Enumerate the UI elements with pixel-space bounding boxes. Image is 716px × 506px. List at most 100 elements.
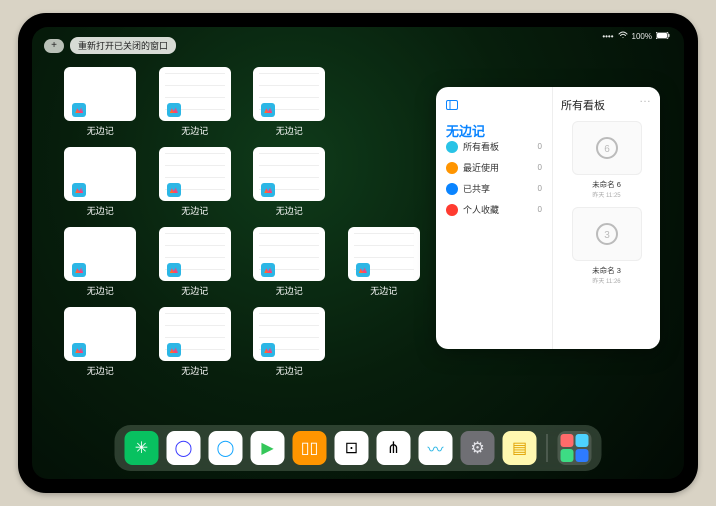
dice-icon[interactable]: ⊡ (335, 431, 369, 465)
sidebar-item-label: 最近使用 (463, 161, 499, 174)
app-thumb-label: 无边记 (276, 284, 303, 297)
settings-icon[interactable]: ⚙ (461, 431, 495, 465)
freeform-icon[interactable]: 〰 (419, 431, 453, 465)
app-thumb-label: 无边记 (87, 124, 114, 137)
sidebar-item-icon (446, 162, 458, 174)
freeform-app-icon (261, 183, 275, 197)
freeform-app-icon (167, 103, 181, 117)
sidebar-item-count: 0 (538, 205, 542, 214)
app-thumb-label: 无边记 (181, 124, 208, 137)
app-thumb-preview (64, 67, 136, 121)
app-thumb-label: 无边记 (181, 204, 208, 217)
wechat-icon[interactable]: ✳ (125, 431, 159, 465)
freeform-title: 无边记 (446, 121, 542, 140)
freeform-app-icon (167, 183, 181, 197)
app-thumb[interactable]: 无边记 (251, 67, 328, 137)
add-button[interactable]: + (44, 39, 64, 53)
sidebar-item-label: 已共享 (463, 182, 490, 195)
notes-icon[interactable]: ▤ (503, 431, 537, 465)
app-thumb-preview (159, 67, 231, 121)
app-thumb[interactable]: 无边记 (157, 227, 234, 297)
topbar: + 重新打开已关闭的窗口 (44, 37, 176, 54)
battery-icon (656, 32, 670, 41)
signal-icon: •••• (602, 32, 613, 41)
app-thumb[interactable]: 无边记 (251, 307, 328, 377)
app-thumb-label: 无边记 (370, 284, 397, 297)
status-bar: •••• 100% (602, 31, 670, 41)
play-icon[interactable]: ▶ (251, 431, 285, 465)
wifi-icon (618, 31, 628, 41)
app-thumb-label: 无边记 (276, 204, 303, 217)
sidebar-toggle-icon[interactable] (446, 97, 458, 115)
app-thumb[interactable]: 无边记 (251, 227, 328, 297)
app-thumb-preview (253, 67, 325, 121)
app-thumb-label: 无边记 (87, 204, 114, 217)
dock: ✳◯◯▶▯▯⊡⋔〰⚙▤ (115, 425, 602, 471)
sidebar-item-label: 个人收藏 (463, 203, 499, 216)
dock-separator (547, 434, 548, 462)
books-icon[interactable]: ▯▯ (293, 431, 327, 465)
app-thumb[interactable]: 无边记 (157, 147, 234, 217)
sidebar-item[interactable]: 个人收藏 0 (446, 203, 542, 216)
sidebar-item[interactable]: 已共享 0 (446, 182, 542, 195)
qqbrowser-icon[interactable]: ◯ (209, 431, 243, 465)
app-thumb[interactable]: 无边记 (157, 307, 234, 377)
sidebar-item[interactable]: 所有看板 0 (446, 140, 542, 153)
board-name: 未命名 3 (561, 265, 652, 276)
sidebar-item-count: 0 (538, 142, 542, 151)
app-thumb-preview (159, 307, 231, 361)
app-thumb[interactable]: 无边记 (62, 67, 139, 137)
ipad-frame: •••• 100% + 重新打开已关闭的窗口 无边记无边记无边记无边记无边记无边… (18, 13, 698, 493)
sidebar-item-icon (446, 204, 458, 216)
app-thumb[interactable]: 无边记 (62, 147, 139, 217)
sidebar-item[interactable]: 最近使用 0 (446, 161, 542, 174)
freeform-boards-pane: … 所有看板 6未命名 6昨天 11:253未命名 3昨天 11:26 (552, 87, 660, 349)
freeform-app-icon (261, 263, 275, 277)
app-thumb-preview (348, 227, 420, 281)
app-thumb-preview (253, 147, 325, 201)
node-icon[interactable]: ⋔ (377, 431, 411, 465)
quark-icon[interactable]: ◯ (167, 431, 201, 465)
svg-text:3: 3 (604, 230, 610, 241)
app-thumb[interactable]: 无边记 (157, 67, 234, 137)
board-thumbnail[interactable]: 6 (572, 121, 642, 175)
app-thumb[interactable]: 无边记 (251, 147, 328, 217)
app-switcher-grid: 无边记无边记无边记无边记无边记无边记无边记无边记无边记无边记无边记无边记无边记 (62, 67, 422, 377)
app-thumb-preview (64, 147, 136, 201)
app-thumb-label: 无边记 (276, 364, 303, 377)
app-thumb-label: 无边记 (87, 364, 114, 377)
freeform-app-icon (261, 103, 275, 117)
app-thumb[interactable]: 无边记 (346, 227, 423, 297)
board-name: 未命名 6 (561, 179, 652, 190)
app-thumb[interactable]: 无边记 (62, 307, 139, 377)
board-thumbnail[interactable]: 3 (572, 207, 642, 261)
svg-text:6: 6 (604, 144, 610, 155)
freeform-app-icon (72, 263, 86, 277)
sidebar-item-label: 所有看板 (463, 140, 499, 153)
sidebar-item-icon (446, 141, 458, 153)
freeform-window[interactable]: 无边记 所有看板 0 最近使用 0 已共享 0 个人收藏 0 … 所有看板 6 未命名 6昨天 … (436, 87, 660, 349)
app-thumb-preview (64, 307, 136, 361)
freeform-app-icon (72, 343, 86, 357)
sidebar-item-count: 0 (538, 184, 542, 193)
app-thumb-preview (159, 147, 231, 201)
reopen-closed-window-button[interactable]: 重新打开已关闭的窗口 (70, 37, 176, 54)
more-icon[interactable]: … (639, 91, 652, 105)
app-thumb-label: 无边记 (181, 364, 208, 377)
freeform-app-icon (167, 343, 181, 357)
app-thumb-label: 无边记 (87, 284, 114, 297)
app-library-icon[interactable] (558, 431, 592, 465)
freeform-sidebar: 无边记 所有看板 0 最近使用 0 已共享 0 个人收藏 0 (436, 87, 552, 349)
board-time: 昨天 11:25 (561, 190, 652, 199)
sidebar-item-icon (446, 183, 458, 195)
app-thumb[interactable]: 无边记 (62, 227, 139, 297)
app-thumb-preview (159, 227, 231, 281)
freeform-app-icon (167, 263, 181, 277)
sidebar-item-count: 0 (538, 163, 542, 172)
app-thumb-label: 无边记 (276, 124, 303, 137)
freeform-app-icon (261, 343, 275, 357)
app-thumb-preview (64, 227, 136, 281)
freeform-app-icon (356, 263, 370, 277)
app-thumb-preview (253, 307, 325, 361)
ipad-screen: •••• 100% + 重新打开已关闭的窗口 无边记无边记无边记无边记无边记无边… (32, 27, 684, 479)
